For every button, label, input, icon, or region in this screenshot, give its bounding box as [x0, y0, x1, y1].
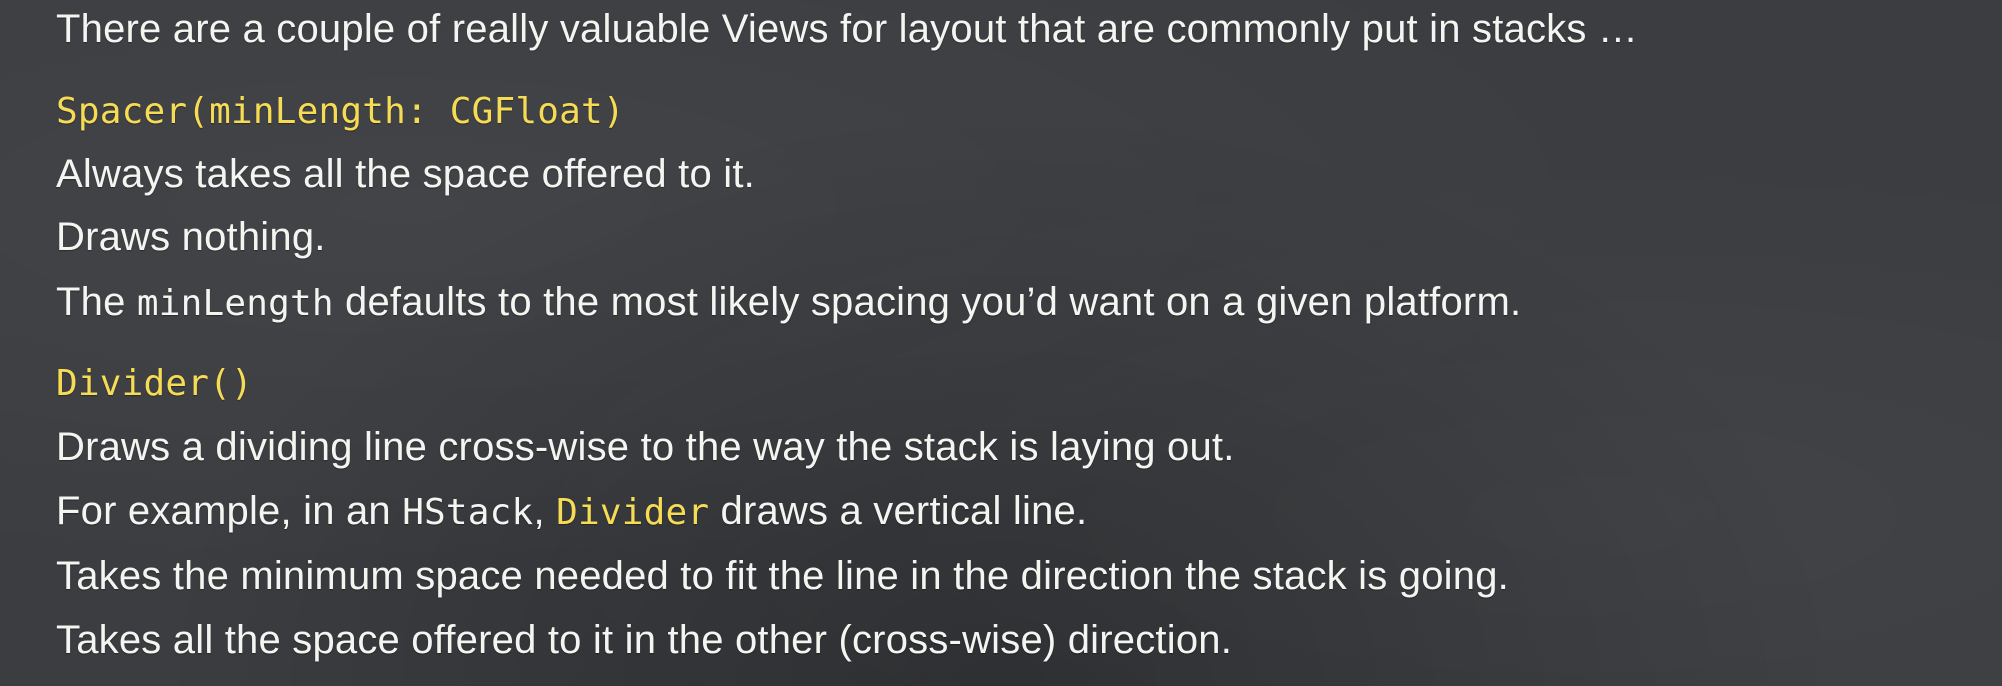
divider-line-3-text: Takes the minimum space needed to fit th…: [56, 554, 1509, 598]
divider-line-4-text: Takes all the space offered to it in the…: [56, 618, 1233, 662]
divider-line-2-post: draws a vertical line.: [709, 489, 1088, 533]
divider-signature-code: Divider(): [56, 363, 253, 404]
divider-line-2-pre: For example, in an: [56, 489, 403, 533]
intro-text: There are a couple of really valuable Vi…: [56, 6, 1638, 52]
spacer-line-3-pre: The: [56, 280, 137, 324]
spacer-signature: Spacer(minLength: CGFloat): [56, 87, 625, 135]
divider-signature: Divider(): [56, 359, 253, 407]
slide: There are a couple of really valuable Vi…: [0, 0, 2002, 686]
intro-text-content: There are a couple of really valuable Vi…: [56, 7, 1639, 51]
spacer-line-3: The minLength defaults to the most likel…: [56, 279, 1521, 327]
spacer-signature-code: Spacer(minLength: CGFloat): [56, 91, 625, 132]
spacer-line-2-text: Draws nothing.: [56, 215, 326, 259]
divider-line-2-mid: ,: [533, 489, 557, 533]
divider-line-2-hstack-code: HStack: [402, 492, 534, 533]
spacer-line-2: Draws nothing.: [56, 214, 326, 260]
divider-line-1-text: Draws a dividing line cross-wise to the …: [56, 425, 1235, 469]
divider-line-2-divider-code: Divider: [556, 492, 710, 533]
spacer-line-3-post: defaults to the most likely spacing you’…: [333, 280, 1522, 324]
spacer-line-3-code: minLength: [136, 283, 334, 324]
divider-line-4: Takes all the space offered to it in the…: [56, 617, 1232, 663]
divider-line-2: For example, in an HStack, Divider draws…: [56, 488, 1087, 536]
divider-line-1: Draws a dividing line cross-wise to the …: [56, 424, 1235, 470]
divider-line-3: Takes the minimum space needed to fit th…: [56, 553, 1509, 599]
spacer-line-1: Always takes all the space offered to it…: [56, 151, 755, 197]
spacer-line-1-text: Always takes all the space offered to it…: [56, 152, 755, 196]
